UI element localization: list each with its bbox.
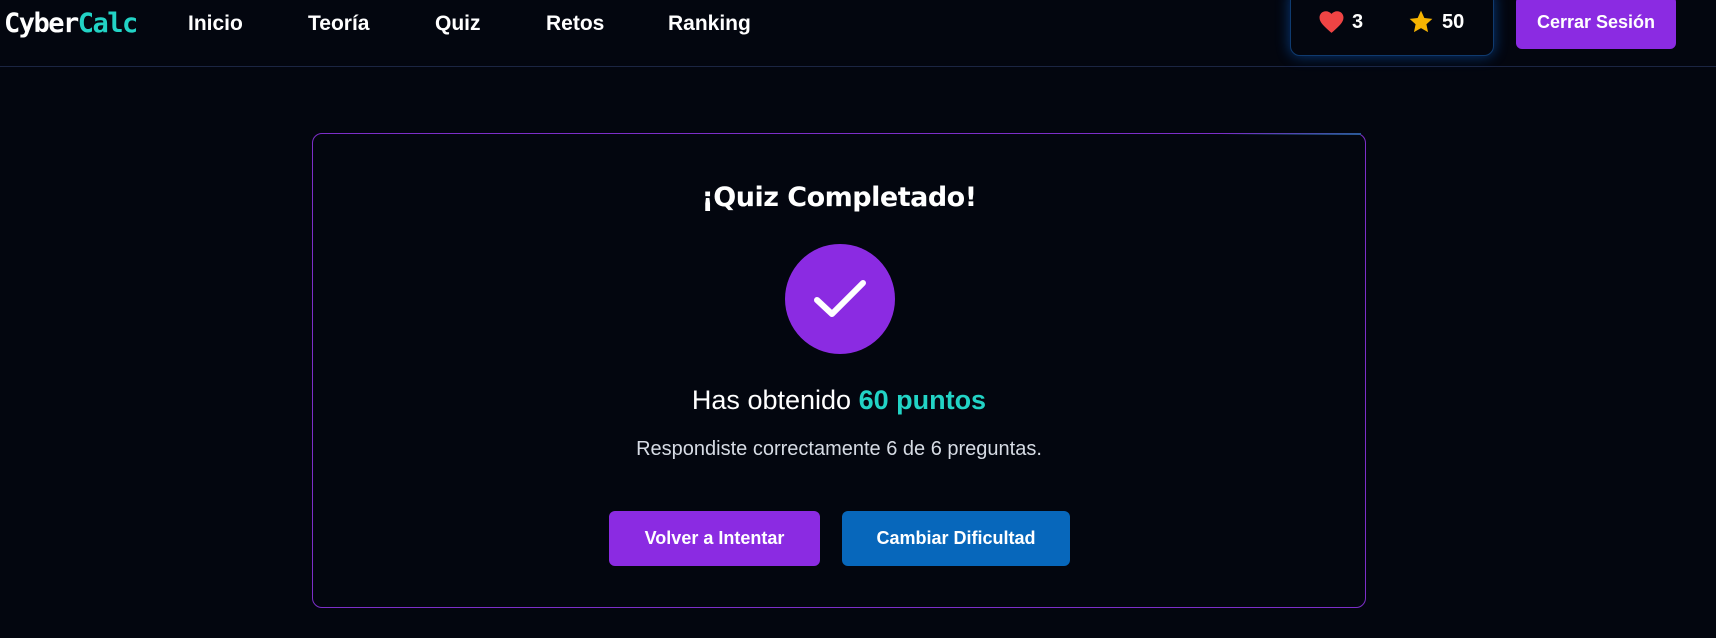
change-difficulty-button[interactable]: Cambiar Dificultad (842, 511, 1070, 566)
retry-button[interactable]: Volver a Intentar (609, 511, 820, 566)
star-icon (1409, 10, 1433, 32)
score-summary: Has obtenido 60 puntos (313, 385, 1365, 416)
score-value: 60 puntos (858, 385, 987, 415)
app-logo[interactable]: CyberCalc (4, 4, 139, 44)
nav-link-teoria[interactable]: Teoría (308, 10, 369, 38)
lives-stat: 3 (1319, 9, 1363, 35)
top-navbar: CyberCalc Inicio Teoría Quiz Retos Ranki… (0, 0, 1716, 67)
heart-icon (1319, 10, 1344, 33)
nav-link-inicio[interactable]: Inicio (188, 10, 243, 38)
nav-link-quiz[interactable]: Quiz (435, 10, 481, 38)
quiz-result-card: ¡Quiz Completado! Has obtenido 60 puntos… (312, 133, 1366, 608)
logo-text-cyber: Cyber (4, 8, 79, 39)
logout-button[interactable]: Cerrar Sesión (1516, 0, 1676, 49)
user-stats-panel: 3 50 (1290, 0, 1494, 56)
success-badge (785, 244, 895, 354)
result-title: ¡Quiz Completado! (701, 182, 977, 213)
logo-text-calc: Calc (77, 8, 139, 39)
checkmark-icon (814, 280, 866, 317)
answers-summary: Respondiste correctamente 6 de 6 pregunt… (636, 438, 1042, 460)
points-count: 50 (1442, 10, 1465, 33)
card-glow-accent (1221, 133, 1361, 135)
score-prefix: Has obtenido (691, 385, 852, 415)
points-stat: 50 (1408, 9, 1464, 35)
lives-count: 3 (1352, 10, 1364, 33)
nav-link-ranking[interactable]: Ranking (668, 10, 751, 38)
nav-link-retos[interactable]: Retos (546, 10, 604, 38)
